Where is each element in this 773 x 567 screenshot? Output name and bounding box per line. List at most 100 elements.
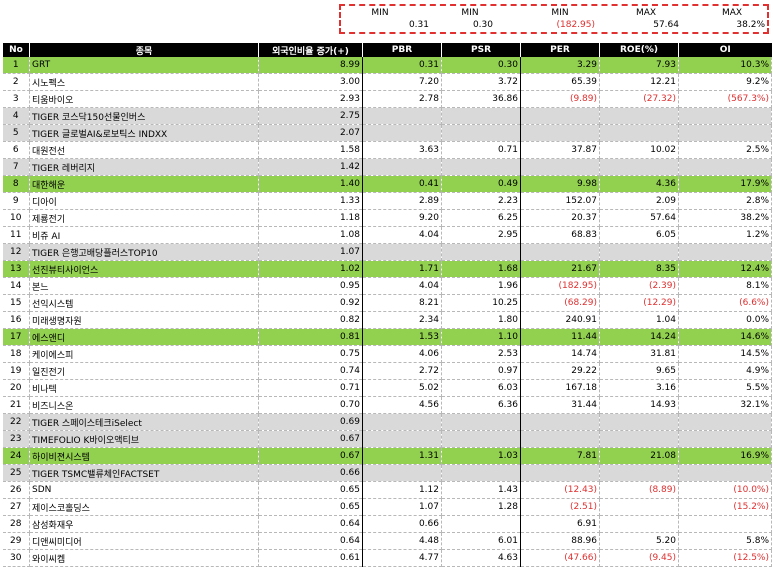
cell-psr: 1.96 [441,277,521,295]
cell-roe: 12.21 [599,73,679,91]
cell-per: (47.66) [520,549,600,567]
table-row[interactable]: 2 시노펙스 3.00 7.20 3.72 65.39 12.21 9.2% [2,73,772,91]
table-row[interactable]: 13 선진뷰티사이언스 1.02 1.71 1.68 21.67 8.35 12.4% [2,260,772,278]
table-row[interactable]: 4 TIGER 코스닥150선물인버스 2.75 [2,107,772,125]
cell-per: 152.07 [520,192,600,210]
table-row[interactable]: 5 TIGER 글로벌AI&로보틱스 INDXX 2.07 [2,124,772,142]
cell-no: 25 [2,464,30,482]
cell-pbr: 4.56 [362,396,442,414]
table-row[interactable]: 9 디아이 1.33 2.89 2.23 152.07 2.09 2.8% [2,192,772,210]
cell-no: 1 [2,57,30,74]
cell-oi: 32.1% [678,396,772,414]
column-header[interactable]: PBR [362,43,442,57]
cell-pbr: 4.77 [362,549,442,567]
table-row[interactable]: 23 TIMEFOLIO K바이오액티브 0.67 [2,430,772,448]
column-header[interactable]: ROE(%) [599,43,679,57]
cell-ratio: 1.08 [258,226,363,244]
cell-psr: 0.30 [441,57,521,74]
table-row[interactable]: 1 GRT 8.99 0.31 0.30 3.29 7.93 10.3% [2,57,772,74]
table-row[interactable]: 11 비쥬 AI 1.08 4.04 2.95 68.83 6.05 1.2% [2,226,772,244]
cell-oi: 5.8% [678,532,772,550]
table-row[interactable]: 7 TIGER 레버리지 1.42 [2,158,772,176]
cell-name: TIGER 글로벌AI&로보틱스 INDXX [29,124,259,142]
table-row[interactable]: 20 비나텍 0.71 5.02 6.03 167.18 3.16 5.5% [2,379,772,397]
table-row[interactable]: 6 대원전선 1.58 3.63 0.71 37.87 10.02 2.5% [2,141,772,159]
table-row[interactable]: 19 일진전기 0.74 2.72 0.97 29.22 9.65 4.9% [2,362,772,380]
cell-pbr: 1.07 [362,498,442,516]
cell-name: TIGER 은행고배당플러스TOP10 [29,243,259,261]
cell-ratio: 0.65 [258,481,363,499]
cell-ratio: 2.75 [258,107,363,125]
table-row[interactable]: 16 미래생명자원 0.82 2.34 1.80 240.91 1.04 0.0% [2,311,772,329]
column-header[interactable]: PSR [441,43,521,57]
cell-ratio: 0.75 [258,345,363,363]
cell-ratio: 1.02 [258,260,363,278]
cell-ratio: 0.71 [258,379,363,397]
cell-no: 22 [2,413,30,431]
cell-no: 13 [2,260,30,278]
table-row[interactable]: 22 TIGER 스페이스테크iSelect 0.69 [2,413,772,431]
cell-pbr: 1.12 [362,481,442,499]
table-row[interactable]: 8 대한해운 1.40 0.41 0.49 9.98 4.36 17.9% [2,175,772,193]
cell-name: 디아이 [29,192,259,210]
cell-no: 3 [2,90,30,108]
summary-box: MIN 0.31 MIN 0.30 MIN (182.95) MAX 57.64 MAX 38.2… [339,4,769,34]
cell-name: 하이비젼시스템 [29,447,259,465]
cell-name: 선익시스템 [29,294,259,312]
cell-pbr [362,243,442,261]
cell-pbr: 2.78 [362,90,442,108]
cell-ratio: 2.07 [258,124,363,142]
cell-psr [441,464,521,482]
table-row[interactable]: 3 티움바이오 2.93 2.78 36.86 (9.89) (27.32) (567.3%) [2,90,772,108]
cell-ratio: 8.99 [258,57,363,74]
table-row[interactable]: 14 본느 0.95 4.04 1.96 (182.95) (2.39) 8.1% [2,277,772,295]
cell-ratio: 0.65 [258,498,363,516]
cell-oi [678,124,772,142]
table-row[interactable]: 15 선익시스템 0.92 8.21 10.25 (68.29) (12.29) (6.6%) [2,294,772,312]
cell-pbr: 0.31 [362,57,442,74]
cell-psr [441,430,521,448]
cell-oi: 2.8% [678,192,772,210]
column-header[interactable]: PER [520,43,600,57]
table-row[interactable]: 24 하이비젼시스템 0.67 1.31 1.03 7.81 21.08 16.9% [2,447,772,465]
cell-pbr: 7.20 [362,73,442,91]
cell-name: 미래생명자원 [29,311,259,329]
cell-roe: (9.45) [599,549,679,567]
cell-roe: 5.20 [599,532,679,550]
column-header[interactable]: 외국인비율 증가(+) [258,43,363,57]
table-row[interactable]: 30 와이씨켐 0.61 4.77 4.63 (47.66) (9.45) (12.5%) [2,549,772,567]
table-row[interactable]: 12 TIGER 은행고배당플러스TOP10 1.07 [2,243,772,261]
cell-pbr [362,430,442,448]
cell-oi: 17.9% [678,175,772,193]
table-row[interactable]: 17 에스앤디 0.81 1.53 1.10 11.44 14.24 14.6% [2,328,772,346]
cell-name: 티움바이오 [29,90,259,108]
summary-value: (182.95) [556,20,595,30]
cell-oi [678,107,772,125]
table-row[interactable]: 21 비즈니스온 0.70 4.56 6.36 31.44 14.93 32.1% [2,396,772,414]
table-row[interactable]: 27 제이스코홀딩스 0.65 1.07 1.28 (2.51) (15.2%) [2,498,772,516]
cell-psr: 6.01 [441,532,521,550]
table-header-row: No 종목 외국인비율 증가(+) PBR PSR PER ROE(%) OI [2,43,772,57]
cell-psr: 10.25 [441,294,521,312]
cell-oi: 38.2% [678,209,772,227]
cell-ratio: 1.33 [258,192,363,210]
cell-pbr [362,124,442,142]
cell-no: 18 [2,345,30,363]
cell-oi [678,515,772,533]
column-header[interactable]: No [2,43,30,57]
table-row[interactable]: 29 디앤씨미디어 0.64 4.48 6.01 88.96 5.20 5.8% [2,532,772,550]
cell-pbr: 1.53 [362,328,442,346]
cell-name: TIGER 레버리지 [29,158,259,176]
cell-per: (182.95) [520,277,600,295]
column-header[interactable]: 종목 [29,43,259,57]
cell-no: 27 [2,498,30,516]
table-row[interactable]: 25 TIGER TSMC밸류체인FACTSET 0.66 [2,464,772,482]
cell-per: 167.18 [520,379,600,397]
column-header[interactable]: OI [678,43,772,57]
cell-oi: 16.9% [678,447,772,465]
cell-no: 5 [2,124,30,142]
table-row[interactable]: 18 케이에스피 0.75 4.06 2.53 14.74 31.81 14.5% [2,345,772,363]
table-row[interactable]: 10 제룡전기 1.18 9.20 6.25 20.37 57.64 38.2% [2,209,772,227]
table-row[interactable]: 28 삼성화재우 0.64 0.66 6.91 [2,515,772,533]
table-row[interactable]: 26 SDN 0.65 1.12 1.43 (12.43) (8.89) (10.0%) [2,481,772,499]
